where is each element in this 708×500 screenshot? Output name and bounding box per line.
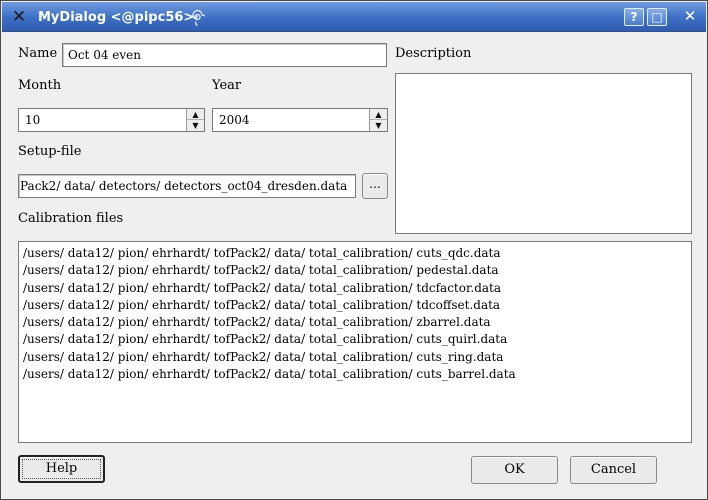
list-item[interactable]: /users/ data12/ pion/ ehrhardt/ tofPack2…: [23, 314, 687, 331]
month-spin-arrows: ▲ ▼: [186, 109, 204, 131]
maximize-button[interactable]: □: [647, 8, 667, 26]
month-value: 10: [25, 113, 41, 127]
cancel-button[interactable]: Cancel: [570, 456, 657, 484]
list-item[interactable]: /users/ data12/ pion/ ehrhardt/ tofPack2…: [23, 245, 687, 262]
year-down-arrow-icon[interactable]: ▼: [370, 120, 387, 131]
list-item[interactable]: /users/ data12/ pion/ ehrhardt/ tofPack2…: [23, 280, 687, 297]
setup-file-label: Setup-file: [18, 144, 82, 159]
setup-file-field[interactable]: Pack2/ data/ detectors/ detectors_oct04_…: [18, 174, 356, 198]
month-down-arrow-icon[interactable]: ▼: [187, 120, 204, 131]
help-button-label: Help: [45, 461, 78, 476]
close-button[interactable]: ✕: [680, 8, 700, 26]
year-value: 2004: [219, 113, 250, 127]
ok-button[interactable]: OK: [471, 456, 558, 484]
description-textarea[interactable]: [395, 73, 692, 234]
spiral-icon: [192, 9, 205, 26]
help-title-button[interactable]: ?: [624, 8, 644, 26]
x-window-icon[interactable]: ✕: [9, 7, 29, 27]
year-spin-arrows: ▲ ▼: [369, 109, 387, 131]
name-field[interactable]: Oct 04 even: [62, 43, 387, 67]
browse-button[interactable]: ...: [362, 173, 388, 199]
month-spinbox[interactable]: 10 ▲ ▼: [18, 108, 205, 132]
list-item[interactable]: /users/ data12/ pion/ ehrhardt/ tofPack2…: [23, 366, 687, 383]
year-up-arrow-icon[interactable]: ▲: [370, 109, 387, 120]
month-up-arrow-icon[interactable]: ▲: [187, 109, 204, 120]
calibration-files-list[interactable]: /users/ data12/ pion/ ehrhardt/ tofPack2…: [18, 241, 692, 443]
title-bar[interactable]: ✕ MyDialog <@pipc56> ? □ ✕: [2, 2, 706, 32]
description-label: Description: [395, 46, 472, 61]
list-item[interactable]: /users/ data12/ pion/ ehrhardt/ tofPack2…: [23, 349, 687, 366]
name-label: Name: [18, 46, 58, 61]
year-spinbox[interactable]: 2004 ▲ ▼: [212, 108, 388, 132]
window-title: MyDialog <@pipc56>: [38, 10, 195, 25]
list-item[interactable]: /users/ data12/ pion/ ehrhardt/ tofPack2…: [23, 297, 687, 314]
list-item[interactable]: /users/ data12/ pion/ ehrhardt/ tofPack2…: [23, 262, 687, 279]
help-button[interactable]: Help: [18, 455, 105, 483]
calibration-files-label: Calibration files: [18, 211, 124, 226]
list-item[interactable]: /users/ data12/ pion/ ehrhardt/ tofPack2…: [23, 331, 687, 348]
month-label: Month: [18, 78, 62, 93]
year-label: Year: [212, 78, 242, 93]
dialog-window: ✕ MyDialog <@pipc56> ? □ ✕ Name Oct 04 e…: [0, 0, 708, 500]
